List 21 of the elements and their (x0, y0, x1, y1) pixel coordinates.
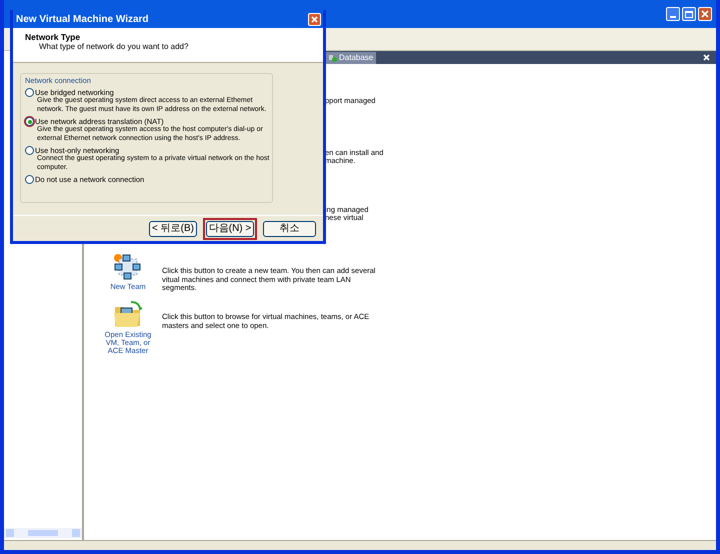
maximize-button[interactable] (682, 7, 696, 21)
close-icon[interactable] (703, 54, 710, 61)
page-subheading: What type of network do you want to add? (38, 42, 190, 52)
wizard-button[interactable]: < 뒤로(B) (149, 220, 197, 236)
team-icon (113, 253, 143, 281)
close-icon (311, 16, 318, 22)
radio-button[interactable] (25, 88, 34, 97)
wizard-button[interactable]: 취소 (263, 220, 316, 236)
dialog-title-bar: New Virtual Machine Wizard (13, 10, 323, 28)
radio-button[interactable] (25, 117, 34, 126)
wizard-button[interactable]: 다음(N) > (206, 220, 254, 236)
horizontal-scrollbar[interactable] (4, 528, 82, 538)
close-button[interactable] (698, 7, 712, 21)
folder-icon (113, 299, 143, 329)
radio-button[interactable] (25, 175, 34, 184)
close-button[interactable] (308, 12, 321, 26)
radio-button[interactable] (25, 146, 34, 155)
network-icon (329, 54, 337, 62)
minimize-button[interactable] (666, 7, 680, 21)
close-icon (701, 10, 709, 18)
page-heading: Network Type (25, 32, 82, 42)
